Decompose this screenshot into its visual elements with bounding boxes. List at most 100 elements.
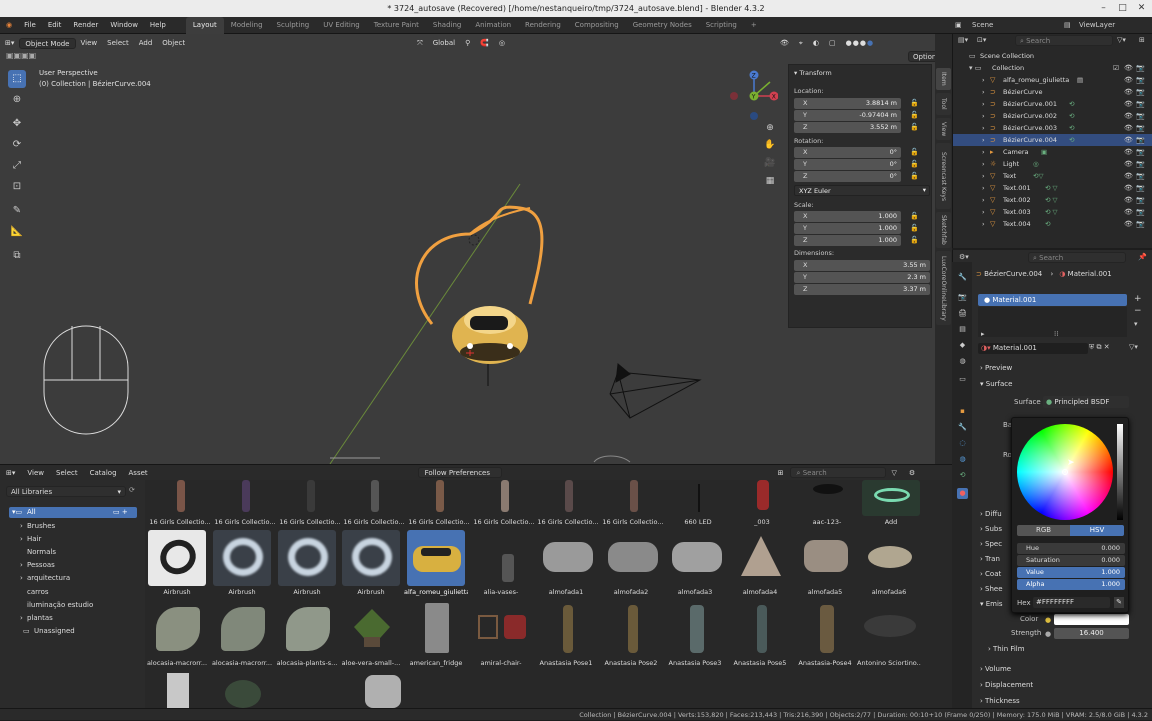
tool-tab-icon[interactable]: 🔧	[957, 272, 968, 283]
tab-luxcore-online-library[interactable]: LuxCoreOnlineLibrary	[936, 251, 951, 325]
remove-slot-icon[interactable]: −	[1134, 306, 1142, 316]
refresh-icon[interactable]: ⟳	[129, 486, 135, 494]
list-resize-handle[interactable]: ⁞⁞	[1054, 330, 1058, 338]
scale-z-field[interactable]: Z 1.000	[794, 235, 901, 246]
catalog-arquitectura[interactable]: › arquitectura	[20, 574, 70, 582]
settings-gear-icon[interactable]: ⚙	[903, 469, 921, 477]
asset-tile[interactable]	[365, 675, 401, 708]
asset-tile[interactable]: Airbrush	[145, 530, 207, 602]
outliner-item[interactable]: › ▽ Text ⟲▽ 👁 📷	[953, 170, 1152, 182]
data-tab-icon[interactable]: ⟲	[957, 470, 968, 481]
section-surface[interactable]: ▾ Surface	[980, 380, 1012, 388]
transform-header[interactable]: ▾ Transform	[794, 69, 832, 77]
viewlayer-selector[interactable]: ViewLayer	[1079, 17, 1115, 34]
import-method-selector[interactable]: Follow Preferences ▾	[417, 467, 502, 487]
asset-tile[interactable]: alocasia-plants-s...	[275, 601, 337, 673]
saturation-field[interactable]: Saturation 0.000	[1017, 555, 1125, 566]
catalog-plantas[interactable]: › plantas	[20, 614, 53, 622]
modifier-tab-icon[interactable]: 🔧	[957, 422, 968, 433]
physics-tab-icon[interactable]: ◍	[957, 454, 968, 465]
collection-tab-icon[interactable]: ▭	[957, 374, 968, 385]
lock-icon[interactable]: 🔓	[910, 99, 919, 107]
library-selector[interactable]: All Libraries ▾	[6, 486, 126, 497]
asset-tile[interactable]: Airbrush	[210, 530, 272, 602]
asset-tile[interactable]: alia-vases-	[469, 530, 531, 602]
tab-geometry-nodes[interactable]: Geometry Nodes	[626, 17, 699, 34]
filter-icon[interactable]: ▽	[886, 469, 903, 477]
particles-tab-icon[interactable]: ◌	[957, 438, 968, 449]
material-actions-icons[interactable]: ⛨ ⧉ ✕	[1089, 343, 1110, 352]
material-browse-field[interactable]: ◑▾ Material.001	[978, 343, 1088, 354]
pin-icon[interactable]: 📌	[1138, 253, 1147, 261]
menu-help[interactable]: Help	[144, 17, 172, 34]
outliner-item[interactable]: › ⊃ BézierCurve 👁 📷	[953, 86, 1152, 98]
outliner-item[interactable]: › ⊃ BézierCurve.003 ⟲ 👁 📷	[953, 122, 1152, 134]
menu-render[interactable]: Render	[67, 17, 104, 34]
lock-icon[interactable]: 🔓	[910, 148, 919, 156]
tab-texture-paint[interactable]: Texture Paint	[367, 17, 426, 34]
asset-tile[interactable]: almofada4	[728, 530, 790, 602]
asset-tile[interactable]: Anastasia Pose3	[663, 601, 725, 673]
catalog-brushes[interactable]: › Brushes	[20, 522, 55, 530]
outliner-item[interactable]: › ☼ Light ◎ 👁 📷	[953, 158, 1152, 170]
section-preview[interactable]: › Preview	[980, 364, 1012, 372]
outliner-editor-icon[interactable]: ▤▾	[958, 36, 968, 44]
tab-compositing[interactable]: Compositing	[568, 17, 626, 34]
rotation-x-field[interactable]: X 0°	[794, 147, 901, 158]
tab-rendering[interactable]: Rendering	[518, 17, 568, 34]
section-specular[interactable]: › Spec	[980, 540, 1002, 548]
rotation-mode-selector[interactable]: XYZ Euler ▾	[794, 185, 930, 196]
tab-view[interactable]: View	[936, 118, 951, 140]
section-emission[interactable]: ▾ Emis	[980, 600, 1003, 608]
asset-tile[interactable]: amiral-chair-	[469, 601, 531, 673]
asset-tile[interactable]: almofada6	[857, 530, 919, 602]
emission-color-swatch[interactable]	[1054, 614, 1129, 625]
asset-search-input[interactable]: ⌕ Search	[789, 467, 886, 478]
lock-icon[interactable]: 🔓	[910, 236, 919, 244]
scale-y-field[interactable]: Y 1.000	[794, 223, 901, 234]
section-coat[interactable]: › Coat	[980, 570, 1001, 578]
catalog-pessoas[interactable]: › Pessoas	[20, 561, 55, 569]
properties-editor-icon[interactable]: ⚙▾	[959, 253, 969, 261]
lock-icon[interactable]: 🔓	[910, 111, 919, 119]
strength-field[interactable]: 16.400	[1054, 628, 1129, 639]
catalog-hair[interactable]: › Hair	[20, 535, 41, 543]
menu-window[interactable]: Window	[104, 17, 144, 34]
section-volume[interactable]: › Volume	[980, 665, 1011, 673]
add-slot-icon[interactable]: +	[1134, 294, 1142, 304]
dimensions-z-field[interactable]: Z 3.37 m	[794, 284, 930, 295]
rotation-y-field[interactable]: Y 0°	[794, 159, 901, 170]
catalog-normals[interactable]: Normals	[27, 548, 56, 556]
hex-input[interactable]: #FFFFFFFF	[1033, 597, 1110, 608]
asset-tile[interactable]: alocasia-macrorr...	[145, 601, 207, 673]
add-workspace-button[interactable]: +	[744, 17, 764, 34]
tab-modeling[interactable]: Modeling	[224, 17, 270, 34]
material-slot-item[interactable]: ● Material.001	[978, 294, 1127, 306]
asset-tile[interactable]: almofada3	[663, 530, 725, 602]
section-displacement[interactable]: › Displacement	[980, 681, 1033, 689]
rotation-z-field[interactable]: Z 0°	[794, 171, 901, 182]
slot-specials-icon[interactable]: ▾	[1134, 320, 1138, 328]
asset-tile[interactable]: Antonino Sciortino...	[857, 601, 921, 673]
color-wheel[interactable]	[1017, 424, 1113, 520]
tab-uv-editing[interactable]: UV Editing	[316, 17, 367, 34]
location-y-field[interactable]: Y -0.97404 m	[794, 110, 901, 121]
pan-hand-icon[interactable]: ✋	[762, 137, 778, 153]
asset-tile[interactable]: alocasia-macrorr...	[210, 601, 272, 673]
location-z-field[interactable]: Z 3.552 m	[794, 122, 901, 133]
tab-scripting[interactable]: Scripting	[699, 17, 744, 34]
asset-menu-view[interactable]: View	[21, 469, 50, 477]
catalog-all[interactable]: ▾▭ All ▭ +	[9, 507, 137, 518]
material-filter-icon[interactable]: ▽▾	[1129, 343, 1138, 351]
outliner-item[interactable]: › ▽ Text.003 ⟲ ▽ 👁 📷	[953, 206, 1152, 218]
hsv-mode-button[interactable]: HSV	[1070, 525, 1124, 536]
catalog-unassigned[interactable]: ▭ Unassigned	[23, 627, 75, 635]
asset-tile[interactable]: Anastasia Pose2	[599, 601, 661, 673]
outliner-collection[interactable]: ▾ ▭ Collection ☑ 👁 📷	[953, 62, 1152, 74]
outliner-item[interactable]: › ⊃ BézierCurve.001 ⟲ 👁 📷	[953, 98, 1152, 110]
catalog-iluminacao-estudio[interactable]: iluminação estudio	[27, 601, 93, 609]
surface-shader-selector[interactable]: ● Principled BSDF	[1043, 396, 1129, 408]
catalog-carros[interactable]: carros	[27, 588, 49, 596]
navigation-gizmo[interactable]: Z X Y	[728, 70, 778, 120]
section-subsurface[interactable]: › Subs	[980, 525, 1002, 533]
